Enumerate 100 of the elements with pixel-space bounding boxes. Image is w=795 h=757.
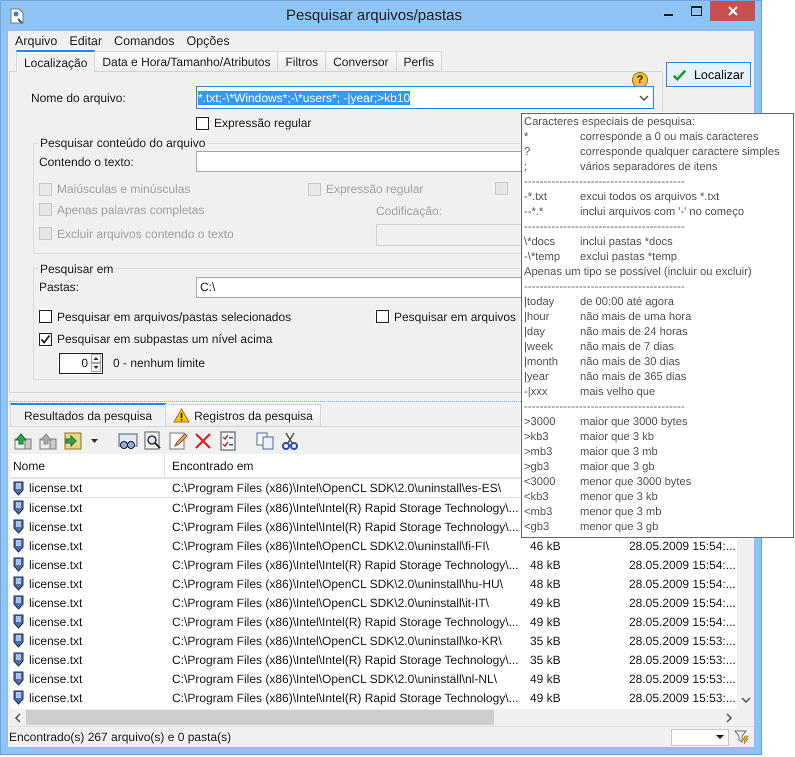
syntax-description: não mais de 24 horas (580, 325, 688, 340)
delete-icon[interactable] (193, 430, 213, 450)
table-cell-text: 28.05.2009 15:54:... (628, 596, 737, 610)
syntax-description: corresponde a 0 ou mais caracteres (580, 130, 758, 145)
tab[interactable]: Registros da pesquisa (165, 404, 321, 426)
syntax-key: -*.txt (524, 190, 580, 205)
shield-icon (13, 500, 24, 515)
tab[interactable]: Filtros (277, 51, 326, 71)
file-name: license.txt (29, 481, 82, 495)
menu-item[interactable]: Opções (180, 34, 236, 48)
menu-item[interactable]: Comandos (108, 34, 180, 48)
binoculars-icon[interactable] (118, 430, 138, 450)
edit-icon[interactable] (168, 430, 188, 450)
scroll-down-icon[interactable] (740, 696, 750, 704)
tab[interactable]: Conversor (325, 51, 396, 71)
menu-item[interactable]: Arquivo (9, 34, 64, 48)
file-name: license.txt (29, 652, 82, 666)
syntax-description: não mais de 365 dias (580, 370, 686, 385)
column-header[interactable]: Encontrado em (165, 454, 525, 477)
status-text: Encontrado(s) 267 arquivo(s) e 0 pasta(s) (9, 730, 232, 744)
table-cell-text: C:\Program Files (x86)\Intel\Intel(R) Rapid Storage Technology\... (171, 690, 520, 704)
find-button[interactable]: Localizar (666, 62, 751, 87)
up-arrow-icon[interactable] (13, 430, 33, 450)
tab[interactable]: Resultados da pesquisa (10, 403, 166, 426)
syntax-key: <3000 (524, 475, 580, 490)
checkbox[interactable] (376, 310, 389, 323)
table-cell-text: 28.05.2009 15:53:... (628, 652, 737, 666)
syntax-description: inclui arquivos com '-' no começo (580, 205, 744, 220)
file-name: license.txt (29, 520, 82, 534)
filter-icon[interactable] (734, 729, 750, 745)
shield-icon (13, 538, 24, 553)
file-name: license.txt (29, 614, 82, 628)
table-cell-text: C:\Program Files (x86)\Intel\OpenCL SDK\2.0\uninstall\ko-KR\ (171, 634, 503, 648)
shield-icon (13, 519, 24, 534)
table-cell-text: 48 kB (529, 576, 562, 590)
syntax-description: maior que 3 gb (580, 460, 655, 475)
checkbox[interactable] (39, 332, 52, 346)
close-icon (728, 6, 738, 16)
table-cell-text: C:\Program Files (x86)\Intel\OpenCL SDK\2.0\uninstall\hu-HU\ (171, 576, 504, 590)
field-label: Pastas: (39, 280, 80, 294)
syntax-key: |month (524, 355, 580, 370)
checkbox-label: Excluir arquivos contendo o texto (57, 226, 234, 241)
syntax-description: mais velho que (580, 385, 656, 400)
syntax-key: <kb3 (524, 490, 580, 505)
table-cell-text: 28.05.2009 15:54:... (628, 558, 737, 572)
checkbox-label: Pesquisar em arquivos (394, 310, 516, 324)
syntax-key: -|xxx (524, 385, 580, 400)
file-name: license.txt (29, 690, 82, 704)
checklist-icon[interactable] (218, 430, 238, 450)
checkbox-label: Expressão regular (326, 182, 424, 196)
table-cell-text: 28.05.2009 15:53:... (628, 690, 737, 704)
up-arrow-icon[interactable] (38, 430, 58, 450)
checkbox-label: Apenas palavras completas (57, 202, 204, 217)
syntax-description: maior que 3 mb (580, 445, 658, 460)
dropdown-icon (716, 735, 724, 739)
checkbox-label: Maiúsculas e minúsculas (57, 182, 190, 196)
syntax-key: >mb3 (524, 445, 580, 460)
syntax-description: não mais de 7 dias (580, 340, 674, 355)
syntax-description: corresponde qualquer caractere simples (580, 145, 780, 160)
table-cell-text: C:\Program Files (x86)\Intel\Intel(R) Rapid Storage Technology\... (171, 558, 520, 572)
separator-text: ----------------------------------------- (524, 220, 686, 235)
cut-icon[interactable] (280, 430, 300, 450)
syntax-description: excui todos os arquivos *.txt (580, 190, 720, 205)
document-search-icon[interactable] (143, 430, 163, 450)
scroll-left-icon[interactable] (14, 712, 22, 722)
shield-icon (13, 576, 24, 591)
close-button[interactable] (710, 1, 755, 21)
tab[interactable]: Perfis (396, 51, 442, 71)
horizontal-scrollbar[interactable] (10, 709, 738, 726)
syntax-description: de 00:00 até agora (580, 295, 674, 310)
file-name: license.txt (29, 576, 82, 590)
copy-icon[interactable] (255, 430, 275, 450)
separator-text: ----------------------------------------- (524, 400, 686, 415)
shield-icon (13, 652, 24, 667)
checkbox[interactable] (196, 116, 209, 130)
table-cell-text: C:\Program Files (x86)\Intel\Intel(R) Rapid Storage Technology\... (171, 520, 520, 534)
syntax-description: menor que 3 mb (580, 505, 662, 520)
tab[interactable]: Data e Hora/Tamanho/Atributos (94, 51, 278, 71)
dropdown-icon[interactable] (639, 94, 649, 100)
column-header[interactable]: Nome (10, 454, 165, 477)
syntax-key: ? (524, 145, 580, 160)
syntax-key: <mb3 (524, 505, 580, 520)
table-cell-text: C:\Program Files (x86)\Intel\Intel(R) Rapid Storage Technology\... (171, 500, 520, 514)
shield-icon (13, 671, 24, 686)
checkbox[interactable] (39, 310, 52, 323)
scroll-right-icon[interactable] (725, 712, 734, 722)
syntax-description: não mais de 30 dias (580, 355, 680, 370)
syntax-description: menor que 3000 bytes (580, 475, 692, 490)
depth-label: 0 - nenhum limite (113, 356, 206, 370)
warning-icon (173, 408, 190, 423)
depth-spinner[interactable]: 0 (59, 352, 103, 374)
syntax-key: --*.* (524, 205, 580, 220)
caret-icon[interactable] (91, 438, 98, 442)
maximize-icon (690, 6, 702, 16)
field-label: Contendo o texto: (39, 154, 135, 168)
table-cell-text: C:\Program Files (x86)\Intel\OpenCL SDK\2.0\uninstall\it-IT\ (171, 596, 490, 610)
arrow-into-box-icon[interactable] (63, 430, 83, 450)
syntax-key: * (524, 130, 580, 145)
menu-item[interactable]: Editar (63, 34, 108, 48)
tab[interactable]: Localização (16, 50, 96, 72)
